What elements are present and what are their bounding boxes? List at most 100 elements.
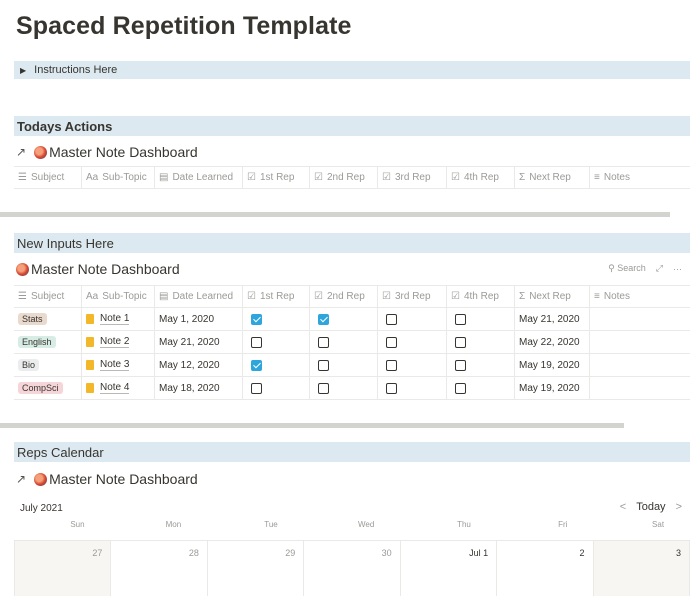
cell-rep-1[interactable] [243,331,310,353]
col-1st-rep[interactable]: ☑ 1st Rep [243,286,310,307]
cell-notes[interactable] [590,308,690,330]
checkbox-unchecked[interactable] [386,359,397,371]
cell-notes[interactable] [590,377,690,399]
col-subject[interactable]: ☰ Subject [14,167,82,188]
checkbox-unchecked[interactable] [455,313,466,325]
more-options-icon[interactable]: ··· [673,264,682,274]
inputs-db-title-link[interactable]: Master Note Dashboard [16,261,180,277]
cell-next-rep: May 19, 2020 [515,377,590,399]
instructions-toggle[interactable]: ▶ Instructions Here [14,61,690,79]
checkbox-checked[interactable] [251,359,262,371]
cell-notes[interactable] [590,331,690,353]
cell-next-rep: May 19, 2020 [515,354,590,376]
checkbox-unchecked[interactable] [455,359,466,371]
note-page-link[interactable]: Note 1 [86,313,130,325]
note-page-link[interactable]: Note 3 [86,359,130,371]
dashboard-emoji-icon [34,145,48,159]
cell-rep-2[interactable] [310,331,378,353]
calendar-day-cell[interactable]: 2 [497,541,594,596]
calendar-db-link[interactable]: ↗ Master Note Dashboard [16,471,198,487]
note-page-link[interactable]: Note 4 [86,382,130,394]
col-2nd-rep[interactable]: ☑ 2nd Rep [310,167,378,188]
calendar-day-cell[interactable]: 3 [593,541,690,596]
checkbox-unchecked[interactable] [386,382,397,394]
checkbox-icon: ☑ [247,172,256,183]
toggle-triangle-icon[interactable]: ▶ [20,66,26,75]
cell-subject[interactable]: Stats [14,308,82,330]
cell-subtopic[interactable]: Note 3 [82,354,155,376]
table-row[interactable]: Stats Note 1 May 1, 2020 May 21, 2020 [14,308,690,331]
checkbox-checked[interactable] [251,313,262,325]
cell-subtopic[interactable]: Note 1 [82,308,155,330]
cell-rep-2[interactable] [310,354,378,376]
chevron-right-icon[interactable]: > [676,501,682,513]
calendar-icon: ▤ [159,291,169,302]
checkbox-unchecked[interactable] [318,359,329,371]
cell-subject[interactable]: English [14,331,82,353]
calendar-day-cell[interactable]: Jul 1 [401,541,498,596]
cell-rep-4[interactable] [447,377,515,399]
calendar-day-cell[interactable]: 27 [14,541,112,596]
calendar-nav: < Today > [620,501,682,513]
todays-db-link[interactable]: ↗ Master Note Dashboard [16,144,198,160]
checkbox-unchecked[interactable] [251,336,262,348]
col-next-rep[interactable]: Σ Next Rep [515,286,590,307]
cell-rep-3[interactable] [378,331,447,353]
cell-date-learned[interactable]: May 18, 2020 [155,377,243,399]
col-3rd-rep[interactable]: ☑ 3rd Rep [378,167,447,188]
cell-date-learned[interactable]: May 1, 2020 [155,308,243,330]
col-next-rep[interactable]: Σ Next Rep [515,167,590,188]
col-3rd-rep[interactable]: ☑ 3rd Rep [378,286,447,307]
cell-subtopic[interactable]: Note 2 [82,331,155,353]
cell-rep-1[interactable] [243,377,310,399]
today-button[interactable]: Today [636,501,665,513]
col-subtopic[interactable]: Aa Sub-Topic [82,167,155,188]
col-2nd-rep[interactable]: ☑ 2nd Rep [310,286,378,307]
checkbox-checked[interactable] [318,313,329,325]
chevron-left-icon[interactable]: < [620,501,626,513]
table-row[interactable]: Bio Note 3 May 12, 2020 May 19, 2020 [14,354,690,377]
cell-rep-2[interactable] [310,377,378,399]
cell-subject[interactable]: CompSci [14,377,82,399]
cell-rep-4[interactable] [447,331,515,353]
expand-icon[interactable]: ⤢ [656,263,663,274]
col-1st-rep[interactable]: ☑ 1st Rep [243,167,310,188]
checkbox-unchecked[interactable] [318,336,329,348]
cell-date-learned[interactable]: May 21, 2020 [155,331,243,353]
col-4th-rep[interactable]: ☑ 4th Rep [447,286,515,307]
col-date-learned[interactable]: ▤ Date Learned [155,286,243,307]
cell-rep-3[interactable] [378,354,447,376]
cell-rep-1[interactable] [243,354,310,376]
col-subject[interactable]: ☰ Subject [14,286,82,307]
col-notes[interactable]: ≡ Notes [590,286,690,307]
col-date-learned[interactable]: ▤ Date Learned [155,167,243,188]
calendar-day-cell[interactable]: 28 [111,541,208,596]
cell-rep-2[interactable] [310,308,378,330]
cell-rep-4[interactable] [447,354,515,376]
calendar-day-cell[interactable]: 30 [304,541,401,596]
cell-rep-3[interactable] [378,308,447,330]
checkbox-unchecked[interactable] [251,382,262,394]
col-notes[interactable]: ≡ Notes [590,167,690,188]
col-subtopic[interactable]: Aa Sub-Topic [82,286,155,307]
table-row[interactable]: English Note 2 May 21, 2020 May 22, 2020 [14,331,690,354]
checkbox-unchecked[interactable] [318,382,329,394]
checkbox-unchecked[interactable] [386,313,397,325]
cell-date-learned[interactable]: May 12, 2020 [155,354,243,376]
search-button[interactable]: ⚲ Search [608,263,646,274]
checkbox-unchecked[interactable] [455,382,466,394]
cell-subject[interactable]: Bio [14,354,82,376]
table-row[interactable]: CompSci Note 4 May 18, 2020 May 19, 2020 [14,377,690,400]
cell-rep-4[interactable] [447,308,515,330]
checkbox-unchecked[interactable] [455,336,466,348]
checkbox-unchecked[interactable] [386,336,397,348]
col-4th-rep[interactable]: ☑ 4th Rep [447,167,515,188]
cell-subtopic[interactable]: Note 4 [82,377,155,399]
text-icon: Aa [86,172,99,183]
cell-rep-1[interactable] [243,308,310,330]
cell-rep-3[interactable] [378,377,447,399]
cell-notes[interactable] [590,354,690,376]
note-page-link[interactable]: Note 2 [86,336,130,348]
calendar-day-cell[interactable]: 29 [208,541,305,596]
subject-tag: CompSci [18,382,63,394]
